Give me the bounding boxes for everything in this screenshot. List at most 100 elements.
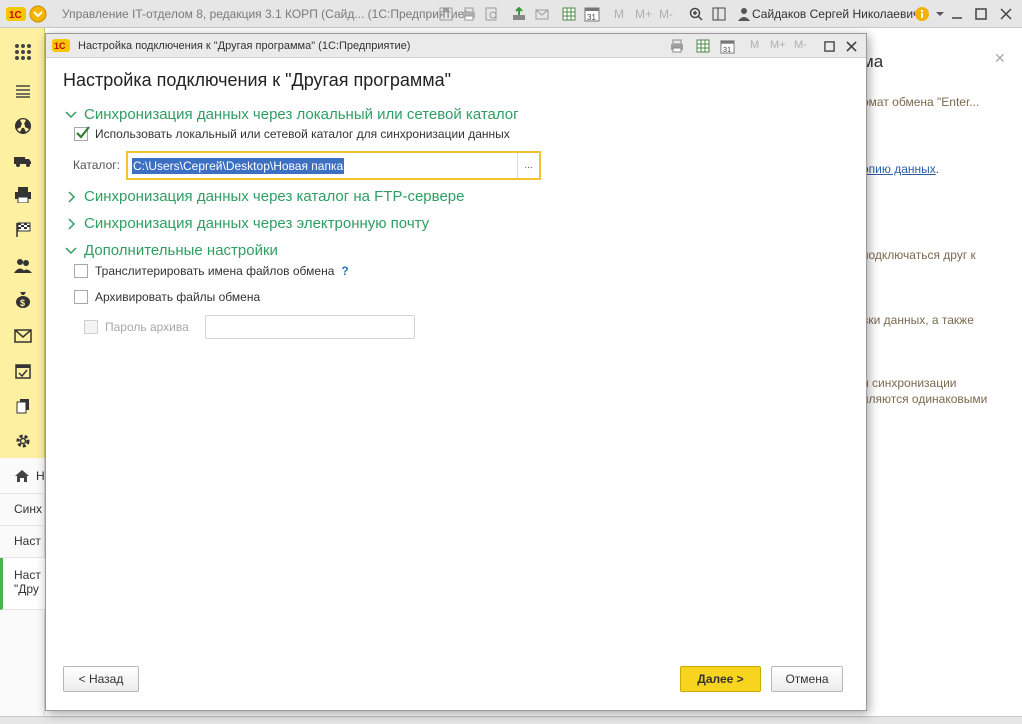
zoom-icon[interactable] [686, 4, 706, 24]
use-local-folder-checkbox-row[interactable]: Использовать локальный или сетевой катал… [74, 126, 510, 141]
checkmark-icon [76, 126, 90, 139]
close-button[interactable] [995, 4, 1017, 24]
archive-password-input [205, 315, 415, 339]
radiation-icon[interactable] [13, 116, 33, 136]
chevron-right-icon [68, 217, 76, 230]
calendar-icon[interactable]: 31 [582, 4, 602, 24]
1c-logo-icon: 1С [6, 4, 26, 24]
calendar-icon[interactable]: 31 [718, 37, 736, 55]
1c-logo-icon: 1С [52, 39, 70, 53]
home-label: Н [36, 468, 45, 483]
cancel-button[interactable]: Отмена [771, 666, 843, 692]
group-email-label: Синхронизация данных через электронную п… [84, 215, 430, 232]
transliterate-checkbox[interactable] [74, 264, 88, 278]
background-text-line: и синхронизации [862, 376, 957, 390]
info-icon[interactable] [912, 4, 932, 24]
envelope-icon[interactable] [13, 326, 33, 346]
minimize-button[interactable] [946, 4, 968, 24]
background-text-line: подключаться друг к [862, 248, 976, 262]
mail-icon[interactable] [532, 4, 552, 24]
print-icon[interactable] [668, 37, 686, 55]
nav-item-sync[interactable]: Синх [0, 494, 45, 526]
upload-icon[interactable] [509, 4, 529, 24]
background-close-icon[interactable]: ✕ [994, 50, 1006, 67]
archive-password-checkbox-row: Пароль архива [84, 320, 189, 334]
background-link-text[interactable]: опию данных [862, 162, 936, 176]
catalog-value[interactable]: C:\Users\Сергей\Desktop\Новая папка [132, 158, 345, 174]
dialog-window-title: Настройка подключения к "Другая программ… [78, 40, 411, 52]
status-strip [0, 716, 1022, 724]
background-link-suffix: . [935, 162, 940, 176]
svg-text:$: $ [20, 298, 25, 308]
catalog-label: Каталог: [73, 158, 120, 172]
back-button[interactable]: < Назад [63, 666, 139, 692]
background-text-line: вки данных, а также [862, 313, 974, 327]
use-local-folder-checkbox[interactable] [74, 126, 90, 141]
print-icon[interactable] [459, 4, 479, 24]
group-email[interactable]: Синхронизация данных через электронную п… [64, 215, 429, 232]
save-icon[interactable] [436, 4, 456, 24]
close-button[interactable] [842, 37, 860, 55]
home-icon [15, 469, 29, 482]
archive-password-label: Пароль архива [105, 320, 189, 334]
spreadsheet-icon[interactable] [559, 4, 579, 24]
spreadsheet-icon[interactable] [694, 37, 712, 55]
transliterate-checkbox-row[interactable]: Транслитерировать имена файлов обмена ? [74, 264, 349, 278]
background-link[interactable]: опию данных. [862, 162, 939, 176]
svg-text:1С: 1С [9, 10, 22, 21]
people-icon[interactable] [13, 256, 33, 276]
home-nav-item[interactable]: Н [0, 458, 45, 494]
group-ftp[interactable]: Синхронизация данных через каталог на FT… [64, 188, 464, 205]
chevron-down-icon [65, 246, 77, 254]
archive-password-checkbox [84, 320, 98, 334]
app-title: Управление IT-отделом 8, редакция 3.1 КО… [62, 7, 469, 21]
archive-checkbox[interactable] [74, 290, 88, 304]
nav-item-settings[interactable]: Наст [0, 526, 45, 558]
memory-minus-button[interactable]: M- [794, 39, 807, 51]
next-button[interactable]: Далее > [680, 666, 761, 692]
chevron-right-icon [68, 190, 76, 203]
group-ftp-label: Синхронизация данных через каталог на FT… [84, 188, 465, 205]
preview-icon[interactable] [482, 4, 502, 24]
printer-icon[interactable] [13, 185, 33, 205]
help-icon[interactable]: ? [341, 264, 348, 278]
dialog-titlebar: 1С Настройка подключения к "Другая прогр… [46, 34, 866, 58]
transliterate-label: Транслитерировать имена файлов обмена [95, 264, 335, 278]
user-name[interactable]: Сайдаков Сергей Николаевич [752, 7, 919, 21]
open-windows-panel: Н Синх Наст Наст "Дру [0, 458, 45, 720]
checkered-flag-icon[interactable] [13, 220, 33, 240]
main-titlebar: 1С Управление IT-отделом 8, редакция 3.1… [0, 0, 1022, 28]
svg-text:31: 31 [587, 13, 596, 22]
group-local-folder-label: Синхронизация данных через локальный или… [84, 106, 519, 123]
memory-minus-button[interactable]: M- [659, 7, 673, 21]
background-text-line: омат обмена "Enter... [862, 95, 980, 109]
group-local-folder[interactable]: Синхронизация данных через локальный или… [64, 106, 519, 123]
memory-button[interactable]: M [750, 39, 759, 51]
svg-text:1С: 1С [54, 41, 66, 51]
nav-item-connection-settings[interactable]: Наст "Дру [0, 558, 45, 610]
user-icon [734, 4, 754, 24]
group-extra-settings-label: Дополнительные настройки [84, 242, 278, 259]
catalog-input[interactable]: C:\Users\Сергей\Desktop\Новая папка ... [126, 151, 541, 180]
maximize-button[interactable] [820, 37, 838, 55]
background-text-line: яляются одинаковыми [862, 392, 988, 406]
calendar-check-icon[interactable] [13, 361, 33, 381]
main-menu-dropdown-icon[interactable] [28, 4, 48, 24]
dialog-header: Настройка подключения к "Другая программ… [63, 70, 451, 90]
memory-plus-button[interactable]: M+ [770, 39, 786, 51]
gear-icon[interactable] [13, 431, 33, 451]
truck-icon[interactable] [13, 151, 33, 171]
archive-checkbox-row[interactable]: Архивировать файлы обмена [74, 290, 260, 304]
memory-button[interactable]: M [614, 7, 624, 21]
panel-icon[interactable] [709, 4, 729, 24]
menu-icon[interactable] [13, 81, 33, 101]
apps-icon[interactable] [13, 42, 33, 62]
group-extra-settings[interactable]: Дополнительные настройки [64, 242, 278, 259]
svg-text:31: 31 [722, 45, 730, 54]
archive-label: Архивировать файлы обмена [95, 290, 261, 304]
money-bag-icon[interactable]: $ [13, 290, 33, 310]
documents-icon[interactable] [13, 396, 33, 416]
maximize-button[interactable] [970, 4, 992, 24]
memory-plus-button[interactable]: M+ [635, 7, 652, 21]
browse-button[interactable]: ... [517, 153, 539, 178]
